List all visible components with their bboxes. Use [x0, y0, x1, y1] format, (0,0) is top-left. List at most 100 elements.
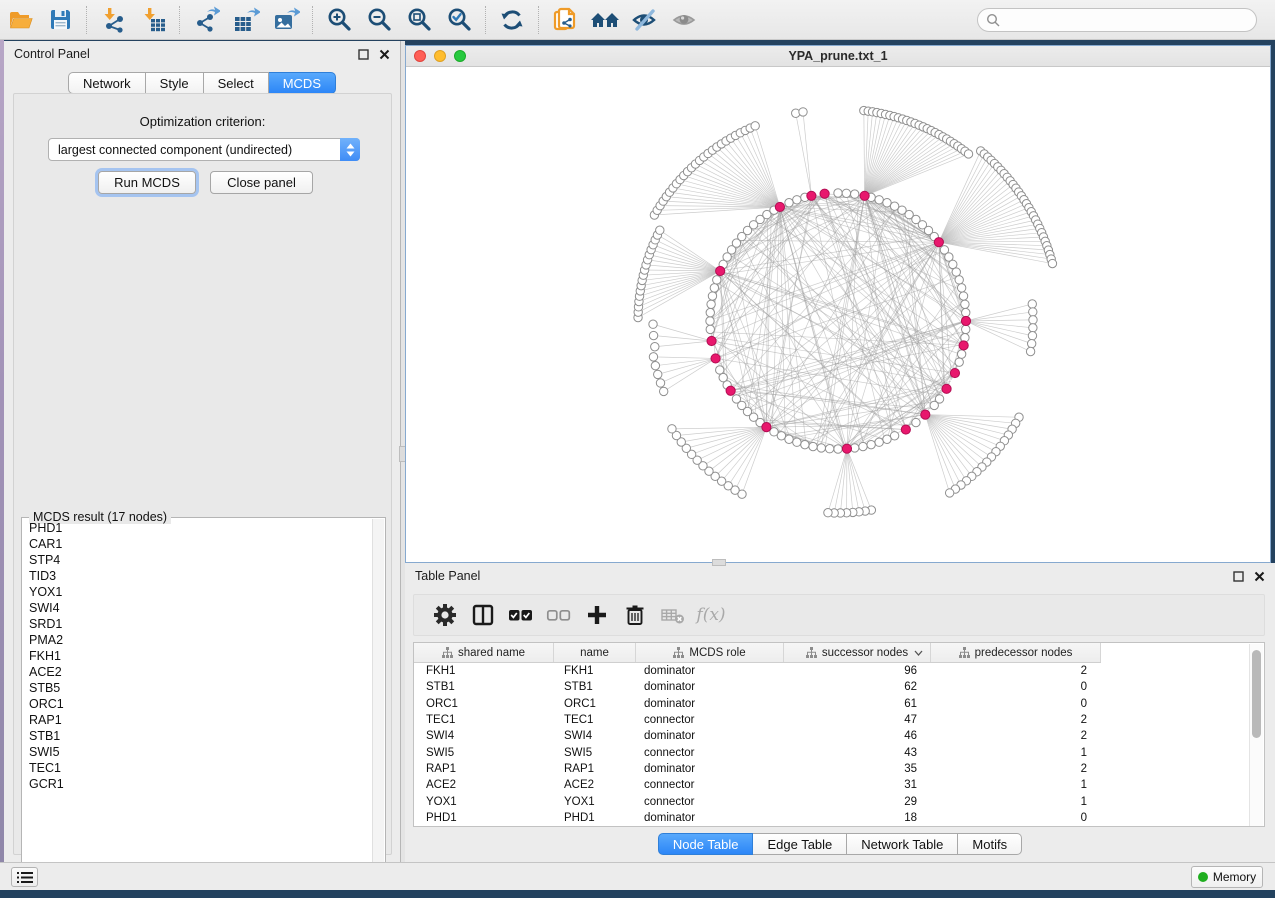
close-panel-icon[interactable]: [1253, 570, 1265, 582]
mcds-result-item[interactable]: SWI4: [23, 600, 371, 616]
table-row[interactable]: SWI5SWI5connector431: [414, 744, 1264, 760]
column-header-shared-name[interactable]: shared name: [414, 643, 554, 662]
column-header-predecessor-nodes[interactable]: predecessor nodes: [931, 643, 1101, 662]
mcds-result-item[interactable]: RAP1: [23, 712, 371, 728]
delete-table-button[interactable]: [654, 597, 692, 633]
save-session-button[interactable]: [40, 3, 80, 37]
table-row[interactable]: ACE2ACE2connector311: [414, 777, 1264, 793]
import-table-button[interactable]: [133, 3, 173, 37]
table-row[interactable]: PHD1PHD1dominator180: [414, 810, 1264, 826]
table-row[interactable]: SWI4SWI4dominator462: [414, 728, 1264, 744]
mcds-result-item[interactable]: STP4: [23, 552, 371, 568]
show-all-button[interactable]: [665, 3, 705, 37]
close-panel-icon[interactable]: [378, 48, 390, 60]
show-column-button[interactable]: [464, 597, 502, 633]
tab-node-table[interactable]: Node Table: [658, 833, 754, 855]
zoom-fit-button[interactable]: [399, 3, 439, 37]
tab-select[interactable]: Select: [204, 72, 269, 94]
float-panel-icon[interactable]: [357, 48, 369, 60]
table-scrollbar[interactable]: [1249, 644, 1263, 826]
deselect-all-button[interactable]: [540, 597, 578, 633]
select-all-button[interactable]: [502, 597, 540, 633]
mcds-result-item[interactable]: PHD1: [23, 520, 371, 536]
cell-MCDS-role: dominator: [636, 681, 784, 693]
cell-MCDS-role: connector: [636, 796, 784, 808]
cell-name: ACE2: [554, 779, 636, 791]
zoom-out-button[interactable]: [359, 3, 399, 37]
cell-predecessor-nodes: 0: [931, 681, 1101, 693]
hide-selection-icon: [630, 7, 660, 33]
table-mode-button[interactable]: [426, 597, 464, 633]
mcds-result-item[interactable]: STB5: [23, 680, 371, 696]
first-neighbors-button[interactable]: [585, 3, 625, 37]
table-row[interactable]: TEC1TEC1connector472: [414, 712, 1264, 728]
cell-shared-name: FKH1: [414, 665, 554, 677]
mcds-result-item[interactable]: TEC1: [23, 760, 371, 776]
ndex-share-button[interactable]: [545, 3, 585, 37]
mcds-result-item[interactable]: GCR1: [23, 776, 371, 792]
refresh-view-button[interactable]: [492, 3, 532, 37]
open-file-button[interactable]: [0, 3, 40, 37]
task-list-icon: [17, 871, 33, 884]
tab-edge-table[interactable]: Edge Table: [753, 833, 847, 855]
mcds-result-item[interactable]: PMA2: [23, 632, 371, 648]
mcds-result-item[interactable]: ACE2: [23, 664, 371, 680]
control-panel-header: Control Panel: [4, 41, 400, 67]
mcds-result-item[interactable]: SWI5: [23, 744, 371, 760]
chevron-down-icon: [346, 151, 355, 157]
tab-motifs[interactable]: Motifs: [958, 833, 1022, 855]
import-network-button[interactable]: [93, 3, 133, 37]
close-panel-button[interactable]: Close panel: [210, 171, 313, 194]
column-label: predecessor nodes: [975, 647, 1073, 659]
zoom-in-icon: [326, 6, 353, 33]
hide-selection-button[interactable]: [625, 3, 665, 37]
first-neighbors-icon: [590, 7, 620, 33]
delete-table-icon: [660, 603, 686, 627]
tab-network[interactable]: Network: [68, 72, 146, 94]
mcds-result-item[interactable]: ORC1: [23, 696, 371, 712]
open-folder-icon: [7, 7, 33, 33]
tab-mcds[interactable]: MCDS: [269, 72, 336, 94]
optimization-criterion-select[interactable]: largest connected component (undirected): [48, 138, 360, 161]
horizontal-splitter-handle[interactable]: [712, 559, 726, 566]
mcds-result-item[interactable]: STB1: [23, 728, 371, 744]
delete-column-button[interactable]: [616, 597, 654, 633]
table-panel-header: Table Panel: [405, 563, 1275, 589]
export-image-button[interactable]: [266, 3, 306, 37]
column-header-successor-nodes[interactable]: successor nodes: [784, 643, 931, 662]
table-row[interactable]: YOX1YOX1connector291: [414, 793, 1264, 809]
mcds-result-item[interactable]: TID3: [23, 568, 371, 584]
tab-style[interactable]: Style: [146, 72, 204, 94]
task-history-button[interactable]: [11, 867, 38, 887]
column-header-MCDS-role[interactable]: MCDS role: [636, 643, 784, 662]
add-column-button[interactable]: [578, 597, 616, 633]
export-table-button[interactable]: [226, 3, 266, 37]
table-row[interactable]: ORC1ORC1dominator610: [414, 696, 1264, 712]
cell-MCDS-role: dominator: [636, 665, 784, 677]
memory-button[interactable]: Memory: [1191, 866, 1263, 888]
column-header-name[interactable]: name: [554, 643, 636, 662]
function-builder-button[interactable]: f(x): [692, 597, 730, 633]
table-row[interactable]: RAP1RAP1dominator352: [414, 761, 1264, 777]
cell-shared-name: TEC1: [414, 714, 554, 726]
search-input[interactable]: [977, 8, 1257, 32]
table-row[interactable]: STB1STB1dominator620: [414, 679, 1264, 695]
tab-network-table[interactable]: Network Table: [847, 833, 958, 855]
mcds-result-item[interactable]: SRD1: [23, 616, 371, 632]
mcds-result-item[interactable]: YOX1: [23, 584, 371, 600]
export-network-button[interactable]: [186, 3, 226, 37]
import-network-icon: [100, 6, 127, 33]
shared-column-icon: [959, 647, 970, 658]
table-scrollbar-thumb[interactable]: [1252, 650, 1261, 738]
run-mcds-button[interactable]: Run MCDS: [98, 171, 196, 194]
table-row[interactable]: FKH1FKH1dominator962: [414, 663, 1264, 679]
mcds-result-item[interactable]: CAR1: [23, 536, 371, 552]
mcds-result-list[interactable]: PHD1CAR1STP4TID3YOX1SWI4SRD1PMA2FKH1ACE2…: [23, 520, 371, 876]
mcds-result-item[interactable]: FKH1: [23, 648, 371, 664]
network-window-titlebar[interactable]: YPA_prune.txt_1: [406, 46, 1270, 67]
network-canvas[interactable]: [406, 67, 1270, 562]
mcds-list-scrollbar[interactable]: [372, 519, 384, 877]
float-panel-icon[interactable]: [1232, 570, 1244, 582]
zoom-in-button[interactable]: [319, 3, 359, 37]
zoom-selected-button[interactable]: [439, 3, 479, 37]
